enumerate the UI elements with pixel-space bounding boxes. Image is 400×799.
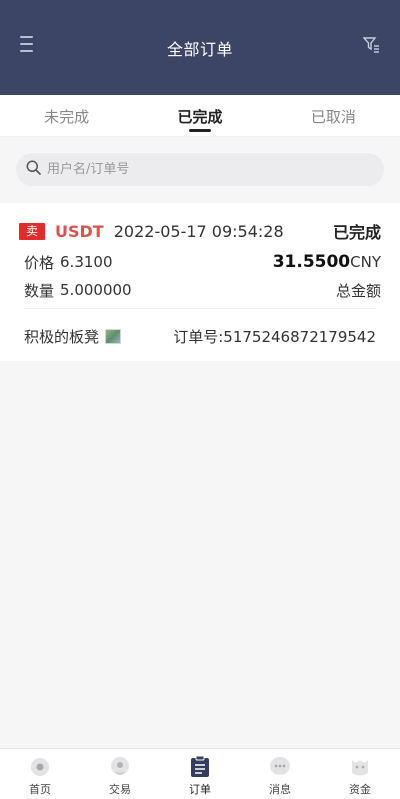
page-title: 全部订单 <box>166 40 233 59</box>
tabbar-item-wallet[interactable]: 资金 <box>320 749 400 799</box>
merchant-name: 积极的板凳 <box>24 327 100 346</box>
order-number: 订单号:517524687217954​2 <box>173 326 376 347</box>
tabbar-item-orders[interactable]: 订单 <box>160 749 240 799</box>
price-label: 价格 <box>24 253 55 272</box>
avatar <box>105 328 122 344</box>
orders-icon <box>189 756 211 778</box>
order-number-label: 订单号: <box>173 327 224 346</box>
tabbar-item-home[interactable]: 首页 <box>0 749 80 799</box>
order-card[interactable]: 卖 USDT 2022-05-17 09:54:28 已完成 价格 6.3100… <box>0 203 400 361</box>
price-value: 6.3100 <box>60 253 113 271</box>
total-label: 总金额 <box>335 281 381 300</box>
filter-icon[interactable] <box>362 36 380 53</box>
total-value: 31.5500 <box>272 252 351 272</box>
search-icon <box>26 160 41 179</box>
tab-label: 已取消 <box>310 108 356 126</box>
tabbar-label: 消息 <box>269 783 291 796</box>
tabbar-item-messages[interactable]: 消息 <box>240 749 320 799</box>
tabbar-label: 资金 <box>349 783 371 796</box>
search-input[interactable] <box>47 162 367 177</box>
coin-name: USDT <box>55 221 104 241</box>
tab-completed[interactable]: 已完成 <box>133 95 266 136</box>
price-row: 价格 6.3100 31.5500CNY <box>24 251 381 273</box>
tabbar-label: 订单 <box>189 783 211 796</box>
search-box[interactable] <box>16 153 384 186</box>
search-area <box>0 137 400 201</box>
wallet-icon <box>349 756 371 778</box>
sell-badge: 卖 <box>19 222 45 240</box>
message-icon <box>269 756 291 778</box>
order-time: 2022-05-17 09:54:28 <box>113 221 284 241</box>
home-icon <box>29 756 51 778</box>
tab-cancelled[interactable]: 已取消 <box>267 95 400 136</box>
tab-label: 未完成 <box>44 108 90 126</box>
order-status: 已完成 <box>332 223 381 242</box>
top-header: 全部订单 <box>0 0 400 95</box>
tabbar-label: 交易 <box>109 783 131 796</box>
order-number-value: 517524687217954​2 <box>223 327 376 346</box>
merchant-row: 积极的板凳 订单号:517524687217954​2 <box>24 325 376 347</box>
total-currency: CNY <box>350 253 381 271</box>
trade-icon <box>109 756 131 778</box>
quantity-label: 数量 <box>24 281 55 300</box>
quantity-value: 5.000000 <box>60 281 132 299</box>
quantity-row: 数量 5.000000 总金额 <box>24 279 381 301</box>
divider <box>24 308 376 309</box>
active-tab-indicator <box>188 129 211 132</box>
status-tabs: 未完成 已完成 已取消 <box>0 95 400 137</box>
bottom-tabbar: 首页 交易 订单 消息 资金 <box>0 748 400 799</box>
tabbar-label: 首页 <box>29 783 51 796</box>
tab-label: 已完成 <box>177 108 223 126</box>
tab-uncompleted[interactable]: 未完成 <box>0 95 133 136</box>
tabbar-item-trade[interactable]: 交易 <box>80 749 160 799</box>
order-header-row: 卖 USDT 2022-05-17 09:54:28 已完成 <box>19 221 381 242</box>
total-amount: 31.5500CNY <box>273 252 381 272</box>
